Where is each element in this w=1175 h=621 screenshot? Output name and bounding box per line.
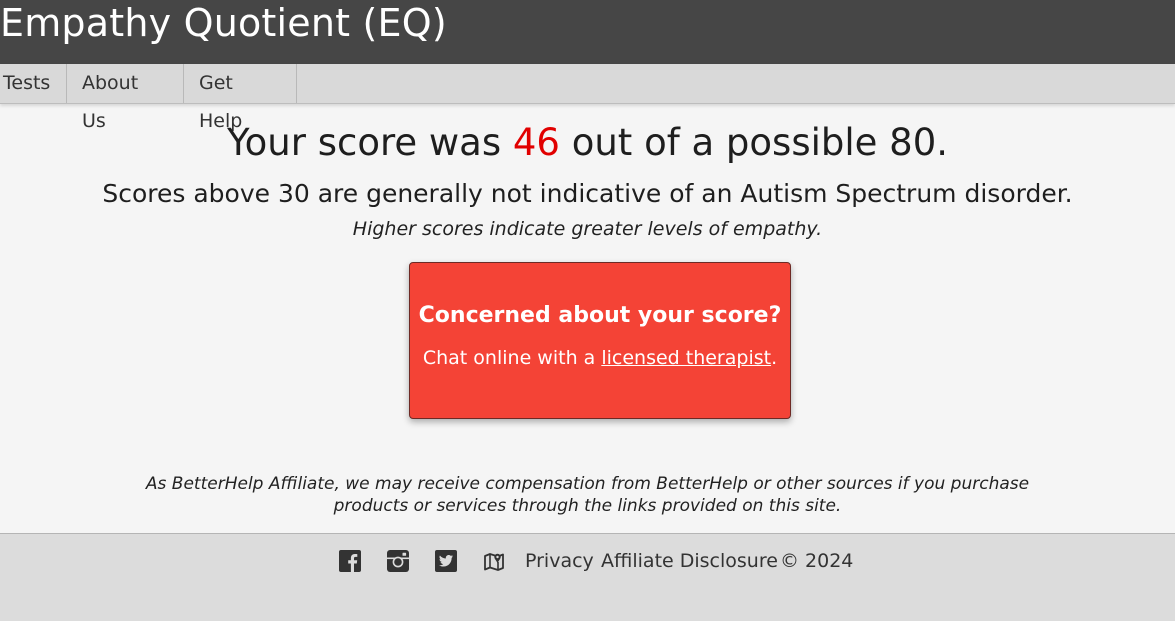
promo-text: Chat online with a licensed therapist. xyxy=(410,345,790,371)
score-suffix: out of a possible 80. xyxy=(559,121,949,164)
score-interpretation: Scores above 30 are generally not indica… xyxy=(102,179,1073,208)
copyright-text: © 2024 xyxy=(780,550,854,572)
score-heading: Your score was 46 out of a possible 80. xyxy=(0,120,1175,166)
disclaimer-line-2: products or services through the links p… xyxy=(333,496,842,516)
nav-bar: Tests About Us Get Help xyxy=(0,64,1175,132)
promo-heading: Concerned about your score? xyxy=(418,303,782,328)
site-footer: Privacy Affiliate Disclosure © 2024 xyxy=(0,533,1175,621)
nav-item-tests[interactable]: Tests xyxy=(0,64,67,103)
promo-text-prefix: Chat online with a xyxy=(422,347,602,369)
score-prefix: Your score was xyxy=(226,121,513,164)
affiliate-disclosure-link[interactable]: Affiliate Disclosure xyxy=(601,548,778,574)
nav-item-get-help[interactable]: Get Help xyxy=(184,64,297,132)
score-note: Higher scores indicate greater levels of… xyxy=(352,218,823,240)
privacy-link[interactable]: Privacy xyxy=(525,548,594,574)
score-value: 46 xyxy=(512,121,560,164)
page-title: Empathy Quotient (EQ) xyxy=(0,1,447,45)
promo-text-suffix: . xyxy=(771,347,778,369)
therapist-promo-box[interactable]: Concerned about your score? Chat online … xyxy=(409,262,791,419)
disclaimer-line-1: As BetterHelp Affiliate, we may receive … xyxy=(145,474,1030,494)
instagram-icon[interactable] xyxy=(387,550,409,572)
facebook-icon[interactable] xyxy=(339,550,361,572)
map-icon[interactable] xyxy=(483,550,505,572)
licensed-therapist-link[interactable]: licensed therapist xyxy=(601,347,771,369)
site-header: Empathy Quotient (EQ) xyxy=(0,0,1175,64)
twitter-icon[interactable] xyxy=(435,550,457,572)
nav-item-about-us[interactable]: About Us xyxy=(67,64,184,132)
affiliate-disclaimer: As BetterHelp Affiliate, we may receive … xyxy=(140,473,1035,517)
